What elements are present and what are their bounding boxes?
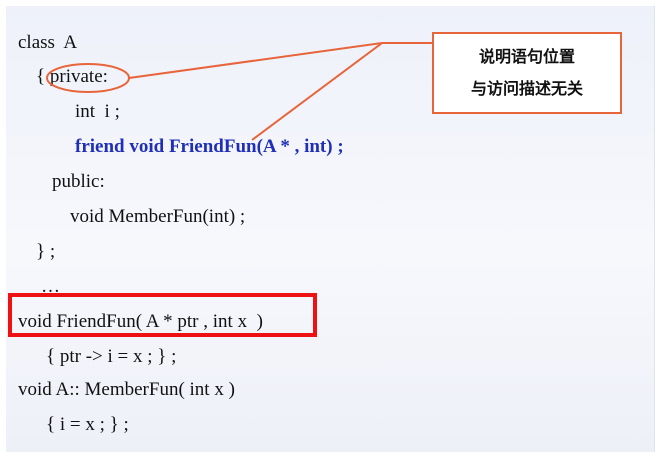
- callout-line-2: 与访问描述无关: [470, 79, 583, 98]
- callout-box: 说明语句位置 与访问描述无关: [432, 32, 622, 114]
- callout-line-1: 说明语句位置: [478, 47, 575, 66]
- code-line-private: { private:: [36, 65, 108, 89]
- private-label: private:: [49, 66, 108, 87]
- code-line-int-i: int i ;: [75, 101, 120, 122]
- code-line-class: class A: [18, 32, 78, 53]
- friendfun-highlight-box: [8, 293, 317, 337]
- code-line-memberfun-decl: void MemberFun(int) ;: [70, 206, 246, 227]
- code-line-memberfun-def: void A:: MemberFun( int x ): [18, 379, 235, 400]
- code-line-class-end: } ;: [36, 241, 56, 262]
- code-line-friend-decl: friend void FriendFun(A * , int) ;: [75, 136, 344, 157]
- code-line-memberfun-body: { i = x ; } ;: [46, 414, 129, 435]
- open-brace: {: [36, 66, 50, 87]
- code-line-friendfun-body: { ptr -> i = x ; } ;: [46, 346, 177, 367]
- code-line-public: public:: [52, 171, 105, 192]
